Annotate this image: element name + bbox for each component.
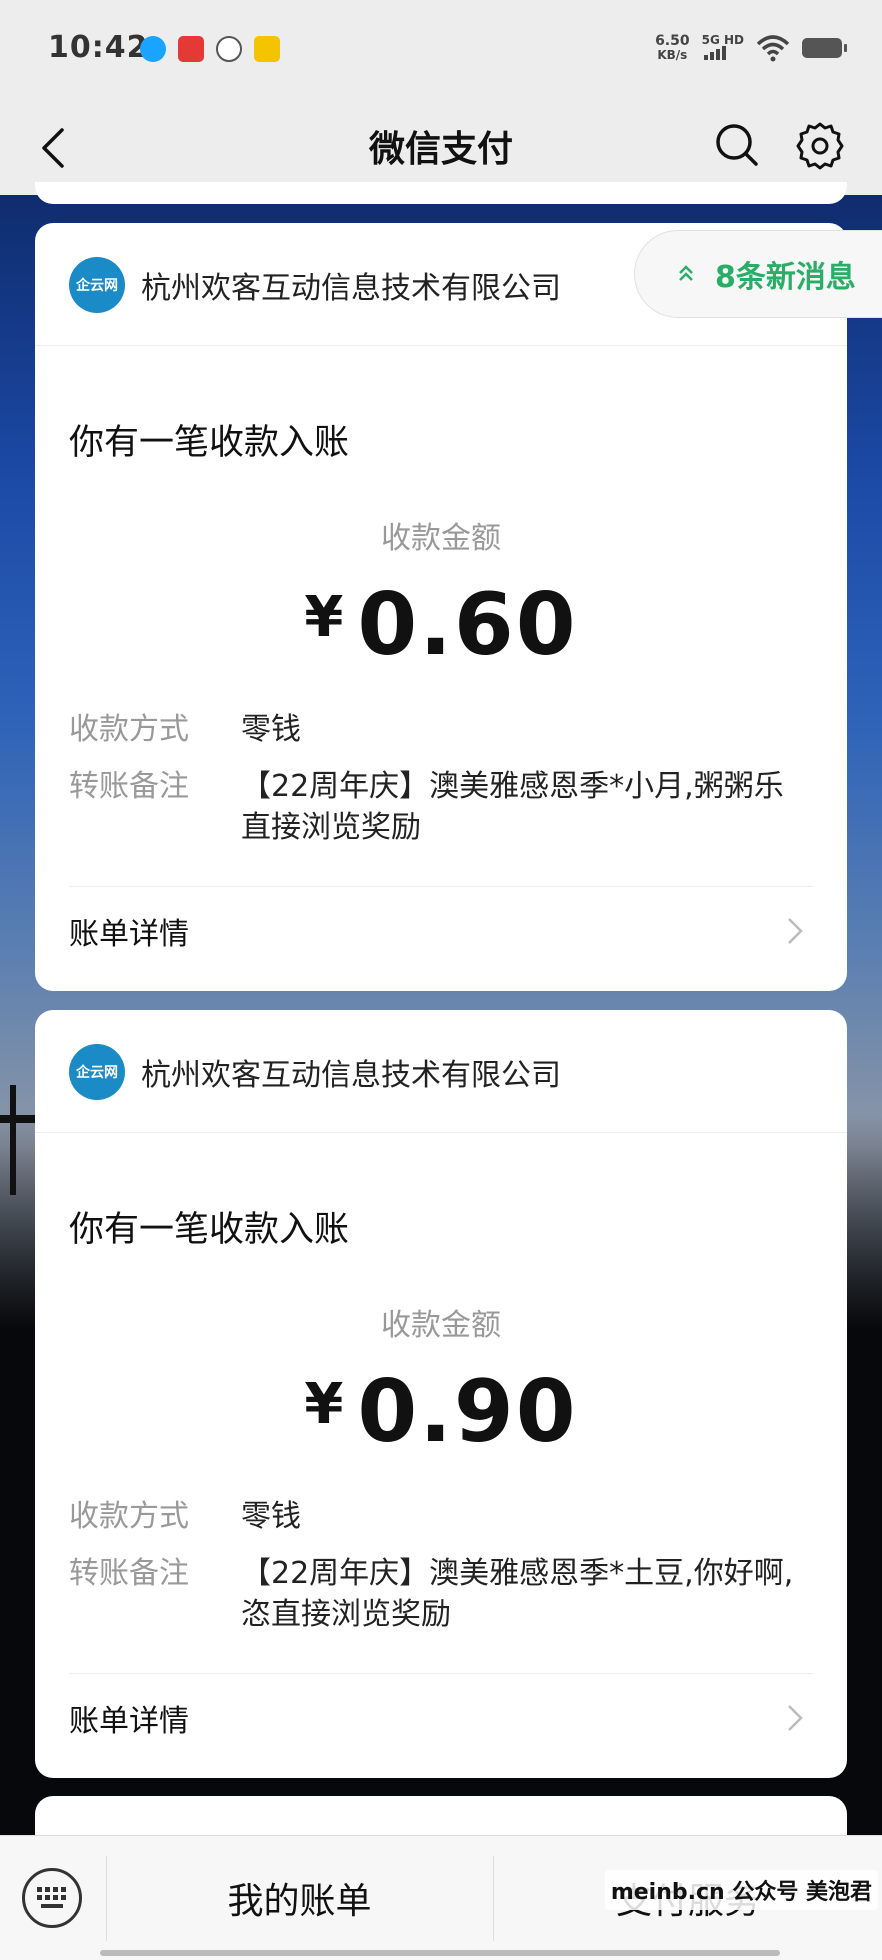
- card-body[interactable]: 你有一笔收款入账 收款金额 ¥0.90 收款方式 零钱 转账备注 【22周年庆】…: [35, 1133, 847, 1762]
- gesture-bar: [100, 1950, 780, 1956]
- status-bar: 10:42 6.50 KB/s 5G HD: [0, 0, 882, 100]
- amount-number: 0.60: [357, 575, 578, 675]
- currency-symbol: ¥: [304, 1372, 346, 1437]
- new-messages-label: 8条新消息: [715, 260, 856, 295]
- net-speed-value: 6.50: [655, 33, 690, 49]
- payment-card: 企云网 杭州欢客互动信息技术有限公司 你有一笔收款入账 收款金额 ¥0.90 收…: [35, 1010, 847, 1778]
- watermark: meinb.cn 公众号 美泡君: [604, 1870, 878, 1910]
- remark-key: 转账备注: [69, 769, 189, 804]
- search-icon[interactable]: [712, 120, 762, 170]
- keyboard-icon[interactable]: [22, 1868, 82, 1928]
- company-name: 杭州欢客互动信息技术有限公司: [141, 1058, 561, 1093]
- card-body[interactable]: 你有一笔收款入账 收款金额 ¥0.60 收款方式 零钱 转账备注 【22周年庆】…: [35, 346, 847, 975]
- bill-details-link[interactable]: 账单详情: [69, 887, 813, 975]
- wifi-icon: [756, 35, 790, 62]
- status-right: 6.50 KB/s 5G HD: [655, 34, 847, 62]
- app-notification-icon: [178, 36, 204, 62]
- chevron-right-icon: [788, 918, 803, 944]
- amount-value: ¥0.60: [69, 575, 813, 675]
- amount-label: 收款金额: [381, 521, 501, 556]
- bill-details-label: 账单详情: [69, 1704, 189, 1739]
- logo-text: 企云网: [76, 278, 118, 294]
- new-messages-button[interactable]: 8条新消息: [634, 230, 882, 318]
- double-chevron-up-icon: [679, 265, 693, 281]
- card-notice: 你有一笔收款入账: [69, 1210, 350, 1250]
- payment-method-row: 收款方式 零钱: [69, 1496, 813, 1537]
- remark-row: 转账备注 【22周年庆】澳美雅感恩季*小月,粥粥乐直接浏览奖励: [69, 766, 813, 848]
- amount-number: 0.90: [357, 1362, 578, 1462]
- payment-method-key: 收款方式: [69, 712, 189, 747]
- previous-card-edge: [35, 182, 847, 204]
- bill-details-link[interactable]: 账单详情: [69, 1674, 813, 1762]
- sync-icon: [216, 36, 242, 62]
- remark-key: 转账备注: [69, 1556, 189, 1591]
- card-header[interactable]: 企云网 杭州欢客互动信息技术有限公司: [35, 1010, 847, 1133]
- bill-details-label: 账单详情: [69, 917, 189, 952]
- currency-symbol: ¥: [304, 585, 346, 650]
- chevron-right-icon: [788, 1705, 803, 1731]
- battery-icon: [802, 38, 847, 58]
- logo-text: 企云网: [76, 1065, 118, 1081]
- qq-icon: [140, 36, 166, 62]
- company-logo: 企云网: [69, 257, 125, 313]
- remark-value: 【22周年庆】澳美雅感恩季*土豆,你好啊,恣直接浏览奖励: [241, 1556, 794, 1632]
- nav-bar: 微信支付: [0, 100, 882, 195]
- app-badge-icon: [254, 36, 280, 62]
- payment-card: 企云网 杭州欢客互动信息技术有限公司 你有一笔收款入账 收款金额 ¥0.60 收…: [35, 223, 847, 991]
- remark-value: 【22周年庆】澳美雅感恩季*小月,粥粥乐直接浏览奖励: [241, 769, 784, 845]
- amount-value: ¥0.90: [69, 1362, 813, 1462]
- payment-method-value: 零钱: [241, 1499, 301, 1534]
- signal-icon: 5G HD: [702, 34, 744, 62]
- net-speed-unit: KB/s: [657, 48, 688, 62]
- company-logo: 企云网: [69, 1044, 125, 1100]
- gear-icon[interactable]: [794, 120, 846, 172]
- network-type: 5G HD: [701, 33, 744, 47]
- amount-label: 收款金额: [381, 1308, 501, 1343]
- net-speed: 6.50 KB/s: [655, 34, 690, 62]
- payment-method-key: 收款方式: [69, 1499, 189, 1534]
- status-time: 10:42: [48, 30, 149, 65]
- company-name: 杭州欢客互动信息技术有限公司: [141, 271, 561, 306]
- card-notice: 你有一笔收款入账: [69, 423, 350, 463]
- notification-icons: [140, 36, 280, 62]
- my-bills-menu[interactable]: 我的账单: [106, 1872, 493, 1924]
- payment-method-value: 零钱: [241, 712, 301, 747]
- payment-method-row: 收款方式 零钱: [69, 709, 813, 750]
- remark-row: 转账备注 【22周年庆】澳美雅感恩季*土豆,你好啊,恣直接浏览奖励: [69, 1553, 813, 1635]
